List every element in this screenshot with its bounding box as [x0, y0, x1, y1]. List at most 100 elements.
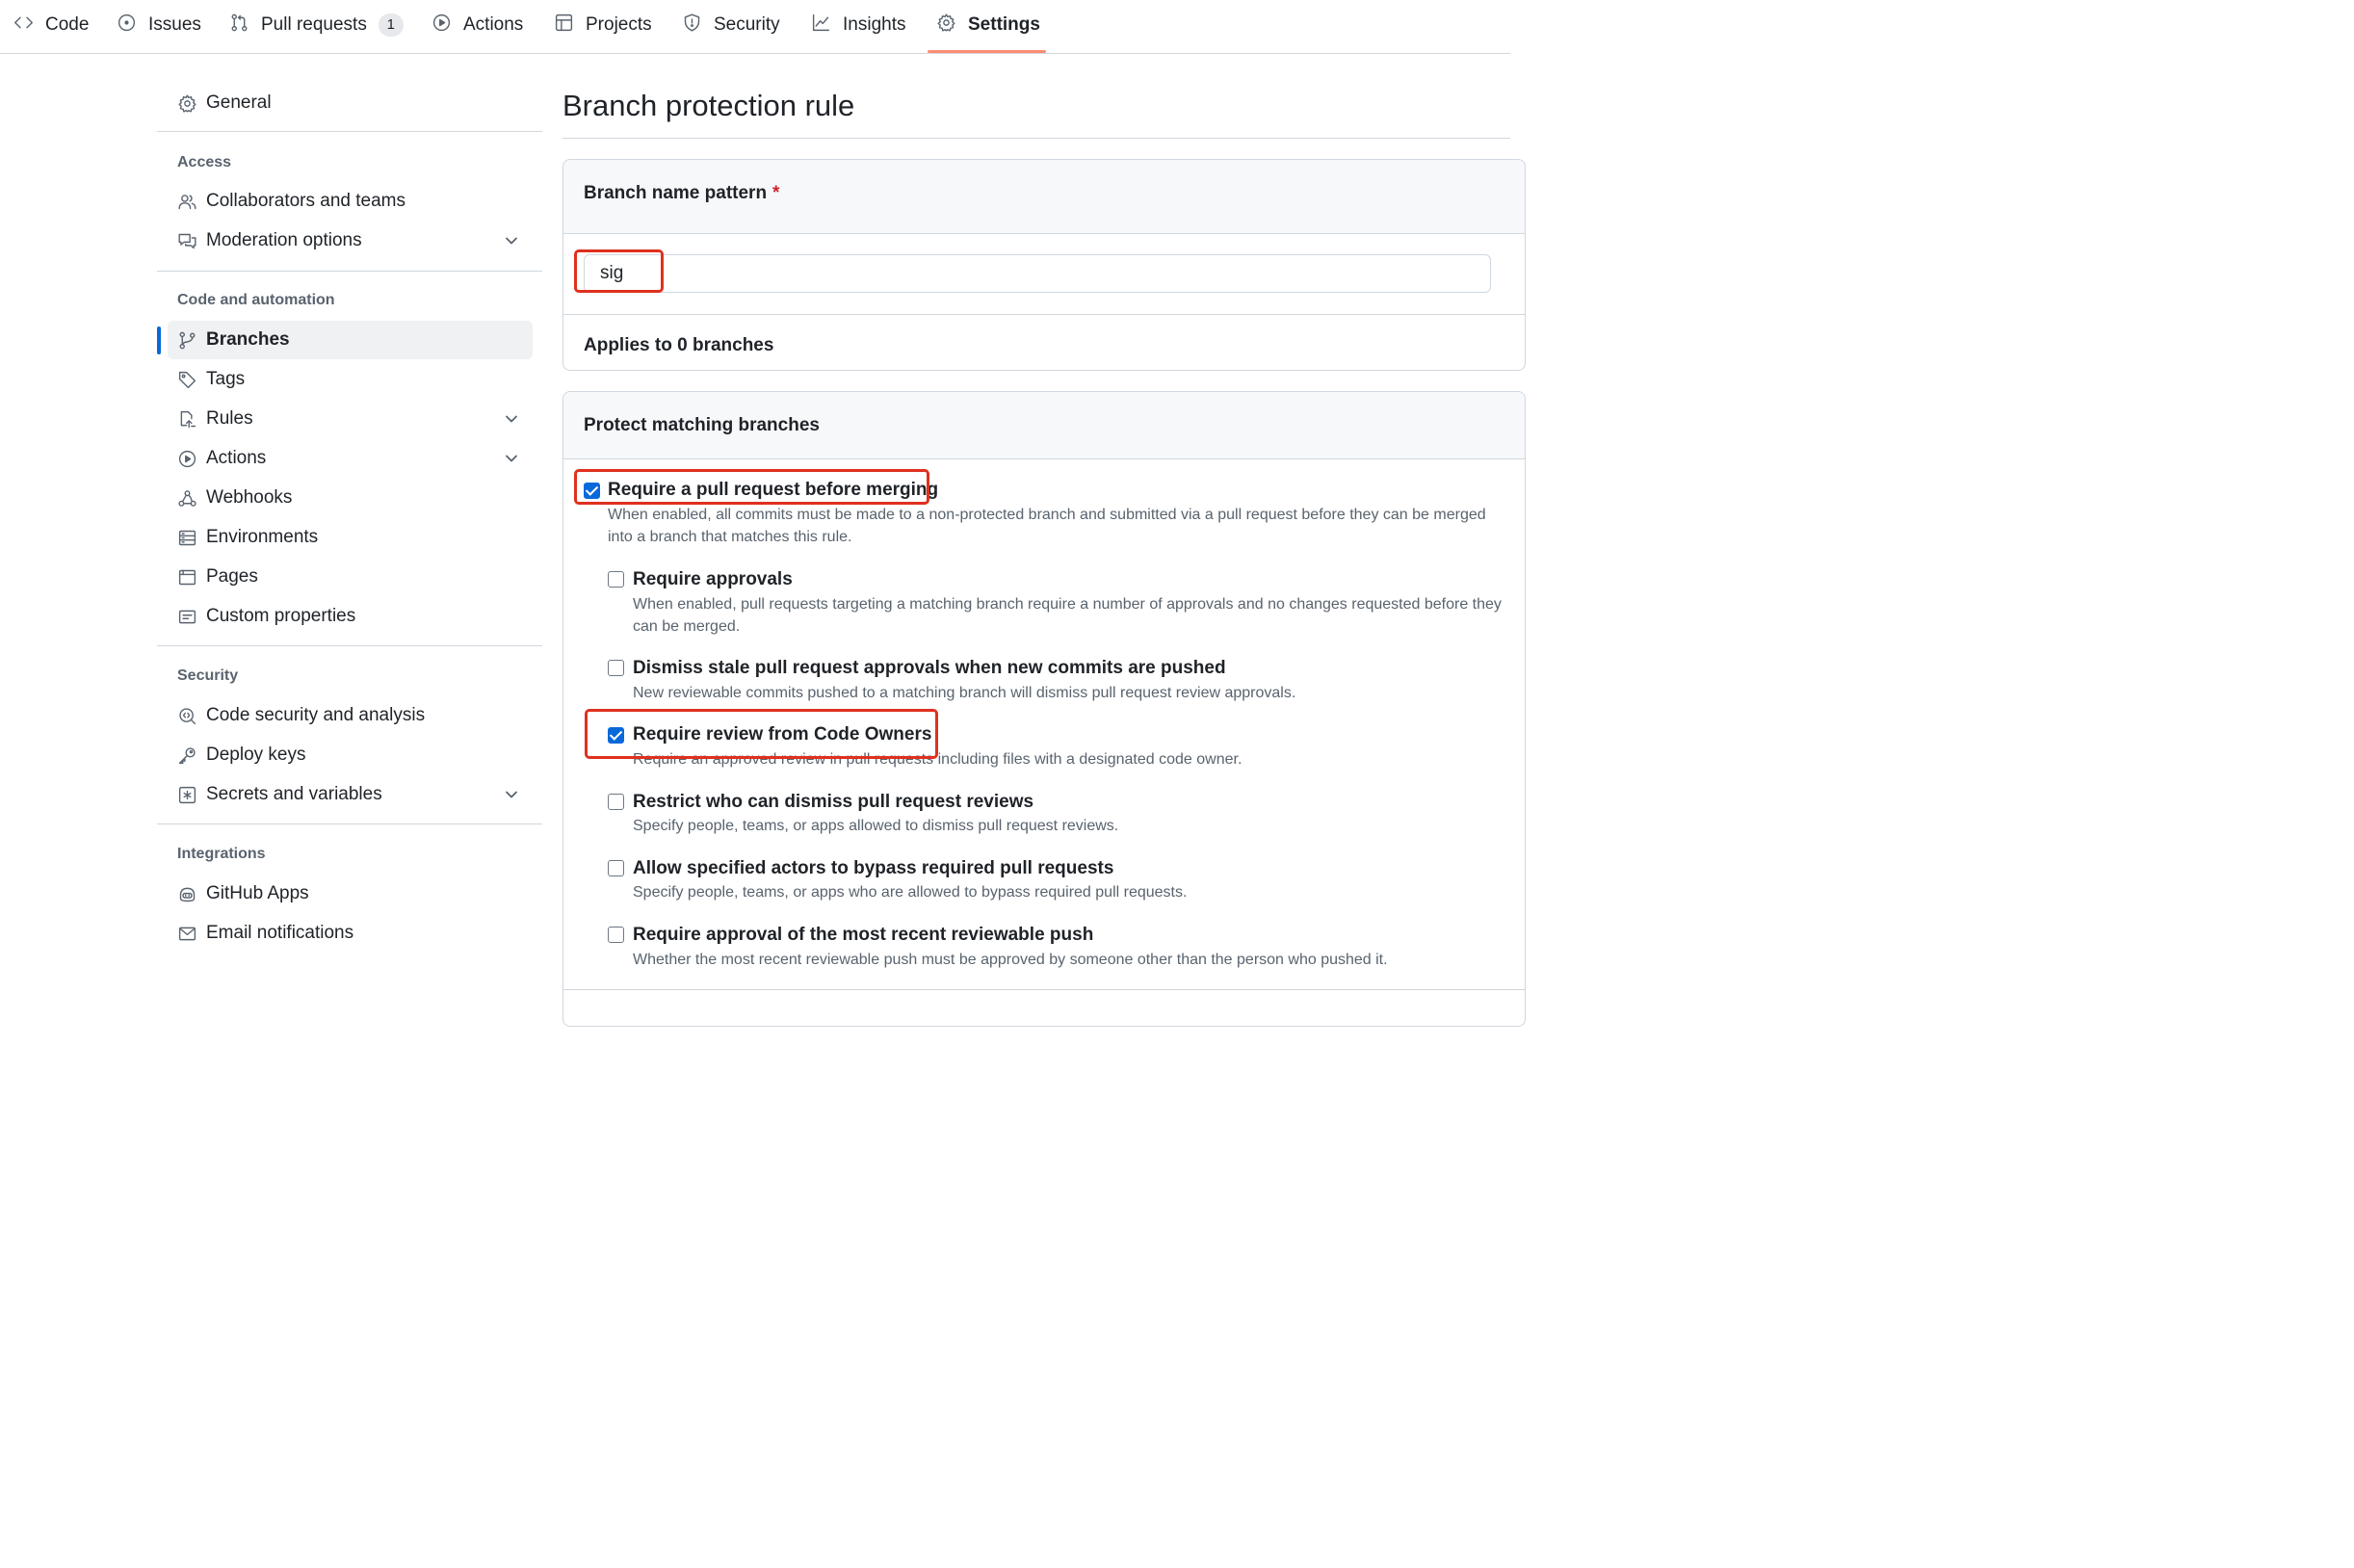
required-mark: *	[772, 183, 780, 203]
gear-icon	[936, 13, 956, 39]
tab-security-label: Security	[714, 14, 780, 35]
sidebar-heading-access: Access	[177, 154, 232, 170]
gear-icon	[168, 84, 206, 122]
title-divider	[562, 138, 1510, 139]
restrict-dismiss-reviews-description: Specify people, teams, or apps allowed t…	[633, 818, 1119, 834]
tab-insights-label: Insights	[843, 14, 906, 35]
sidebar-item-label: Actions	[206, 448, 267, 468]
tab-issues-label: Issues	[148, 14, 201, 35]
allow-bypass-checkbox[interactable]	[608, 860, 624, 876]
repo-push-icon	[168, 400, 206, 438]
require-pull-request-checkbox[interactable]	[584, 483, 600, 499]
require-approvals-checkbox[interactable]	[608, 571, 624, 588]
pull-requests-count-badge: 1	[378, 13, 404, 37]
branch-pattern-label-text: Branch name pattern	[584, 183, 768, 203]
sidebar-item-collaborators[interactable]: Collaborators and teams	[168, 182, 533, 221]
require-code-owners-checkbox[interactable]	[608, 727, 624, 744]
sidebar-item-label: General	[206, 92, 272, 113]
table-icon	[554, 13, 574, 39]
sidebar-item-custom-properties[interactable]: Custom properties	[168, 597, 533, 636]
sidebar-item-label: Rules	[206, 408, 253, 429]
branch-pattern-input[interactable]	[584, 254, 1491, 293]
sidebar-item-general[interactable]: General	[168, 84, 533, 122]
copilot-icon	[168, 875, 206, 913]
people-icon	[168, 182, 206, 221]
tab-insights[interactable]: Insights	[811, 0, 905, 50]
git-branch-icon	[168, 321, 206, 359]
sidebar-item-code-security[interactable]: Code security and analysis	[168, 696, 533, 735]
tab-projects[interactable]: Projects	[554, 0, 652, 50]
dismiss-stale-approvals-label: Dismiss stale pull request approvals whe…	[633, 658, 1226, 678]
sidebar-item-deploy-keys[interactable]: Deploy keys	[168, 736, 533, 774]
sidebar-item-label: Custom properties	[206, 606, 356, 626]
require-code-owners-description: Require an approved review in pull reque…	[633, 751, 1242, 768]
require-pull-request-description: When enabled, all commits must be made t…	[608, 507, 1486, 545]
sidebar-item-label: Email notifications	[206, 923, 354, 943]
sidebar-divider	[157, 131, 542, 132]
sidebar-item-label: Tags	[206, 369, 246, 389]
sidebar-item-label: Collaborators and teams	[206, 191, 405, 211]
graph-icon	[811, 13, 831, 39]
chevron-down-icon[interactable]	[502, 449, 521, 468]
tab-settings-label: Settings	[968, 14, 1040, 35]
sidebar-item-actions[interactable]: Actions	[168, 439, 533, 478]
protect-branches-header: Protect matching branches	[563, 392, 1525, 459]
restrict-dismiss-reviews-checkbox[interactable]	[608, 794, 624, 810]
key-icon	[168, 736, 206, 774]
sidebar-item-label: Code security and analysis	[206, 705, 426, 725]
selected-item-indicator	[157, 327, 161, 354]
sidebar-item-email-notifications[interactable]: Email notifications	[168, 914, 533, 953]
tab-actions[interactable]: Actions	[432, 0, 523, 50]
chevron-down-icon[interactable]	[502, 231, 521, 250]
sidebar-item-pages[interactable]: Pages	[168, 558, 533, 596]
server-icon	[168, 518, 206, 557]
require-recent-push-approval-checkbox[interactable]	[608, 927, 624, 943]
sidebar-item-label: Moderation options	[206, 230, 362, 250]
chevron-down-icon[interactable]	[502, 785, 521, 804]
active-tab-indicator	[928, 50, 1046, 53]
tab-security[interactable]: Security	[682, 0, 780, 50]
codescan-icon	[168, 696, 206, 735]
chevron-down-icon[interactable]	[502, 409, 521, 429]
sidebar-divider	[157, 823, 542, 824]
sidebar-item-github-apps[interactable]: GitHub Apps	[168, 875, 533, 913]
sidebar-item-tags[interactable]: Tags	[168, 360, 533, 399]
require-approvals-description: When enabled, pull requests targeting a …	[633, 596, 1502, 635]
sidebar-item-webhooks[interactable]: Webhooks	[168, 479, 533, 517]
panel-divider	[563, 314, 1525, 315]
require-code-owners-label: Require review from Code Owners	[633, 724, 932, 745]
code-icon	[13, 13, 34, 39]
sidebar-item-branches[interactable]: Branches	[168, 321, 533, 359]
asterisk-box-icon	[168, 775, 206, 814]
pull-request-icon	[229, 13, 249, 39]
browser-icon	[168, 558, 206, 596]
tab-pull-requests-label: Pull requests	[261, 14, 367, 35]
sidebar-heading-security: Security	[177, 667, 239, 684]
tab-settings[interactable]: Settings	[936, 0, 1040, 50]
sidebar-item-moderation-options[interactable]: Moderation options	[168, 222, 533, 260]
sidebar-item-rules[interactable]: Rules	[168, 400, 533, 438]
allow-bypass-description: Specify people, teams, or apps who are a…	[633, 884, 1188, 901]
tab-issues[interactable]: Issues	[117, 0, 201, 50]
protect-branches-heading: Protect matching branches	[584, 415, 820, 435]
tab-actions-label: Actions	[463, 14, 524, 35]
applies-to-count: Applies to 0 branches	[584, 335, 774, 355]
sidebar-item-secrets-variables[interactable]: Secrets and variables	[168, 775, 533, 814]
branch-pattern-label: Branch name pattern *	[584, 183, 779, 204]
require-recent-push-approval-label: Require approval of the most recent revi…	[633, 925, 1094, 945]
require-recent-push-approval-description: Whether the most recent reviewable push …	[633, 952, 1388, 968]
tab-code[interactable]: Code	[13, 0, 89, 50]
branch-pattern-panel: Branch name pattern* Applies to 0 branch…	[562, 159, 1526, 371]
panel-divider	[563, 989, 1525, 990]
sidebar-item-label: GitHub Apps	[206, 883, 309, 903]
dismiss-stale-approvals-checkbox[interactable]	[608, 660, 624, 676]
note-icon	[168, 597, 206, 636]
issue-icon	[117, 13, 137, 39]
sidebar-item-label: Secrets and variables	[206, 784, 382, 804]
webhook-icon	[168, 479, 206, 517]
tab-pull-requests[interactable]: Pull requests 1	[229, 0, 404, 50]
mail-icon	[168, 914, 206, 953]
repo-nav: Code Issues Pull requests 1 Actions Proj…	[0, 0, 1510, 54]
sidebar-item-environments[interactable]: Environments	[168, 518, 533, 557]
allow-bypass-label: Allow specified actors to bypass require…	[633, 858, 1114, 878]
